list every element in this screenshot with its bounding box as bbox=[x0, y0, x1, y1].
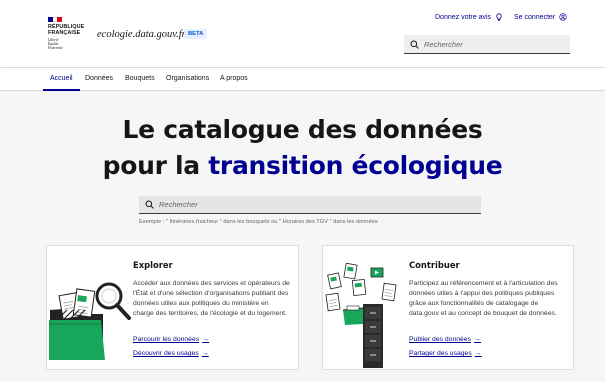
login-link[interactable]: Se connecter bbox=[514, 13, 567, 21]
hero-title-accent: transition écologique bbox=[208, 151, 503, 180]
site-header: RÉPUBLIQUE FRANÇAISE Liberté Égalité Fra… bbox=[0, 0, 605, 67]
main-search-input[interactable] bbox=[159, 200, 459, 209]
decouvrir-usages-link[interactable]: Découvrir des usages → bbox=[133, 350, 209, 357]
motto-line3: Fraternité bbox=[48, 46, 63, 50]
nav-item-organisations[interactable]: Organisations bbox=[166, 68, 209, 91]
nav-item-accueil[interactable]: Accueil bbox=[43, 68, 80, 91]
explorer-card: Explorer Accéder aux données des service… bbox=[46, 245, 299, 370]
nav-item-bouquets[interactable]: Bouquets bbox=[125, 68, 155, 91]
header-search[interactable] bbox=[404, 35, 570, 54]
contribuer-text: Participez au référencement et à l'artic… bbox=[409, 280, 558, 317]
parcourir-donnees-link[interactable]: Parcourir les données → bbox=[133, 336, 209, 343]
publier-donnees-link[interactable]: Publier des données → bbox=[409, 336, 481, 343]
lightbulb-icon bbox=[496, 13, 502, 21]
login-link-label: Se connecter bbox=[514, 13, 556, 21]
publier-donnees-label: Publier des données bbox=[409, 336, 471, 343]
arrow-right-icon: → bbox=[473, 336, 481, 343]
arrow-right-icon: → bbox=[202, 336, 210, 343]
decouvrir-usages-label: Découvrir des usages bbox=[133, 350, 199, 357]
user-icon bbox=[559, 13, 567, 21]
search-icon bbox=[410, 40, 419, 49]
parcourir-donnees-label: Parcourir les données bbox=[133, 336, 200, 343]
site-name[interactable]: ecologie.data.gouv.fr bbox=[97, 29, 186, 40]
feedback-link-label: Donnez votre avis bbox=[435, 13, 492, 21]
explorer-text: Accéder aux données des services et opér… bbox=[133, 280, 290, 317]
french-flag-icon bbox=[48, 17, 63, 22]
contribuer-card: Contribuer Participez au référencement e… bbox=[322, 245, 574, 370]
partager-usages-label: Partager des usages bbox=[409, 350, 472, 357]
partager-usages-link[interactable]: Partager des usages → bbox=[409, 350, 482, 357]
arrow-right-icon: → bbox=[474, 350, 482, 357]
nav-item-a-propos[interactable]: A propos bbox=[220, 68, 248, 91]
main-search[interactable] bbox=[139, 196, 481, 214]
beta-badge: BETA bbox=[184, 29, 208, 39]
explorer-illustration bbox=[49, 282, 131, 360]
search-example: Exemple : " Itinéraires fraicheur " dans… bbox=[139, 219, 378, 225]
explorer-title: Explorer bbox=[133, 260, 173, 270]
nav-item-donnees[interactable]: Données bbox=[85, 68, 113, 91]
feedback-link[interactable]: Donnez votre avis bbox=[435, 13, 503, 21]
header-search-input[interactable] bbox=[424, 39, 564, 49]
contribuer-title: Contribuer bbox=[409, 260, 460, 270]
contribuer-illustration bbox=[325, 262, 397, 368]
hero-title-prefix: pour la bbox=[102, 151, 201, 180]
hero-title-line1: Le catalogue des données bbox=[122, 115, 483, 144]
arrow-right-icon: → bbox=[201, 350, 209, 357]
republic-name-line2: FRANÇAISE bbox=[48, 30, 81, 36]
republique-francaise-logo[interactable]: RÉPUBLIQUE FRANÇAISE Liberté Égalité Fra… bbox=[48, 17, 84, 50]
hero-title-line2: pour la transition écologique bbox=[0, 151, 605, 180]
search-icon bbox=[145, 200, 154, 209]
main-nav: Accueil Données Bouquets Organisations A… bbox=[0, 67, 605, 91]
